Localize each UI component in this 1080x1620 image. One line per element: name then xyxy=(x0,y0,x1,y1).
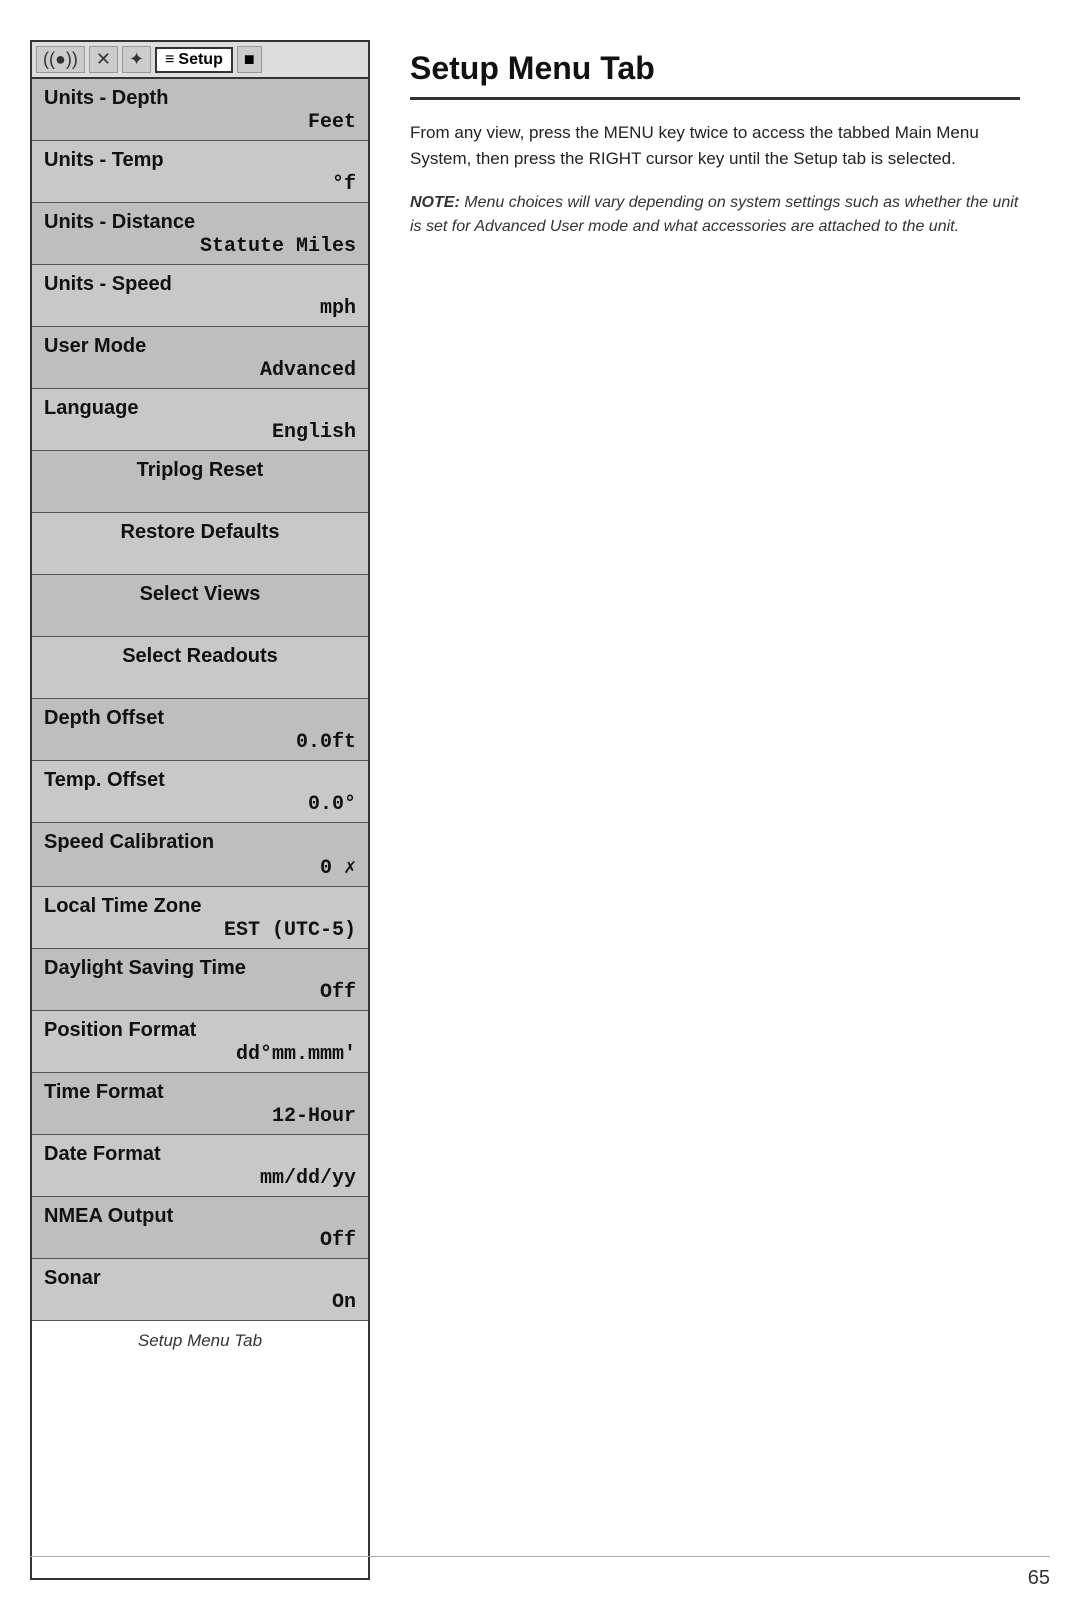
page-number: 65 xyxy=(1028,1567,1050,1590)
menu-item-depth-offset[interactable]: Depth Offset 0.0ft xyxy=(32,699,368,761)
page-title: Setup Menu Tab xyxy=(410,50,1020,100)
note-text: Menu choices will vary depending on syst… xyxy=(410,194,1018,235)
note-label: NOTE: xyxy=(410,194,460,211)
menu-item-select-readouts[interactable]: Select Readouts xyxy=(32,637,368,699)
setup-label: Setup xyxy=(178,51,222,69)
tab-setup[interactable]: ≡ Setup xyxy=(155,47,233,73)
menu-item-sonar[interactable]: Sonar On xyxy=(32,1259,368,1321)
menu-item-nmea-output[interactable]: NMEA Output Off xyxy=(32,1197,368,1259)
tab-fish[interactable]: ((●)) xyxy=(36,46,85,73)
tab-nav[interactable]: ✕ xyxy=(89,46,118,73)
menu-item-local-time-zone[interactable]: Local Time Zone EST (UTC-5) xyxy=(32,887,368,949)
menu-item-units-temp[interactable]: Units - Temp °f xyxy=(32,141,368,203)
menu-item-units-depth[interactable]: Units - Depth Feet xyxy=(32,79,368,141)
menu-item-restore-defaults[interactable]: Restore Defaults xyxy=(32,513,368,575)
content-panel: Setup Menu Tab From any view, press the … xyxy=(370,40,1050,1580)
menu-item-time-format[interactable]: Time Format 12-Hour xyxy=(32,1073,368,1135)
menu-panel: ((●)) ✕ ✦ ≡ Setup ■ Units - Depth Feet U… xyxy=(30,40,370,1580)
menu-item-triplog-reset[interactable]: Triplog Reset xyxy=(32,451,368,513)
note-block: NOTE: Menu choices will vary depending o… xyxy=(410,191,1020,239)
menu-caption: Setup Menu Tab xyxy=(32,1321,368,1355)
tab-bar: ((●)) ✕ ✦ ≡ Setup ■ xyxy=(32,42,368,79)
menu-item-date-format[interactable]: Date Format mm/dd/yy xyxy=(32,1135,368,1197)
setup-icon: ≡ xyxy=(165,51,174,69)
menu-item-select-views[interactable]: Select Views xyxy=(32,575,368,637)
menu-item-temp-offset[interactable]: Temp. Offset 0.0° xyxy=(32,761,368,823)
menu-item-units-speed[interactable]: Units - Speed mph xyxy=(32,265,368,327)
menu-item-position-format[interactable]: Position Format dd°mm.mmm' xyxy=(32,1011,368,1073)
menu-item-language[interactable]: Language English xyxy=(32,389,368,451)
menu-item-daylight-saving[interactable]: Daylight Saving Time Off xyxy=(32,949,368,1011)
description-text: From any view, press the MENU key twice … xyxy=(410,120,1020,171)
bottom-bar: 65 xyxy=(30,1556,1050,1590)
menu-item-speed-calibration[interactable]: Speed Calibration 0 ✗ xyxy=(32,823,368,887)
tab-settings[interactable]: ✦ xyxy=(122,46,151,73)
menu-item-user-mode[interactable]: User Mode Advanced xyxy=(32,327,368,389)
menu-item-units-distance[interactable]: Units - Distance Statute Miles xyxy=(32,203,368,265)
tab-camera[interactable]: ■ xyxy=(237,46,262,73)
